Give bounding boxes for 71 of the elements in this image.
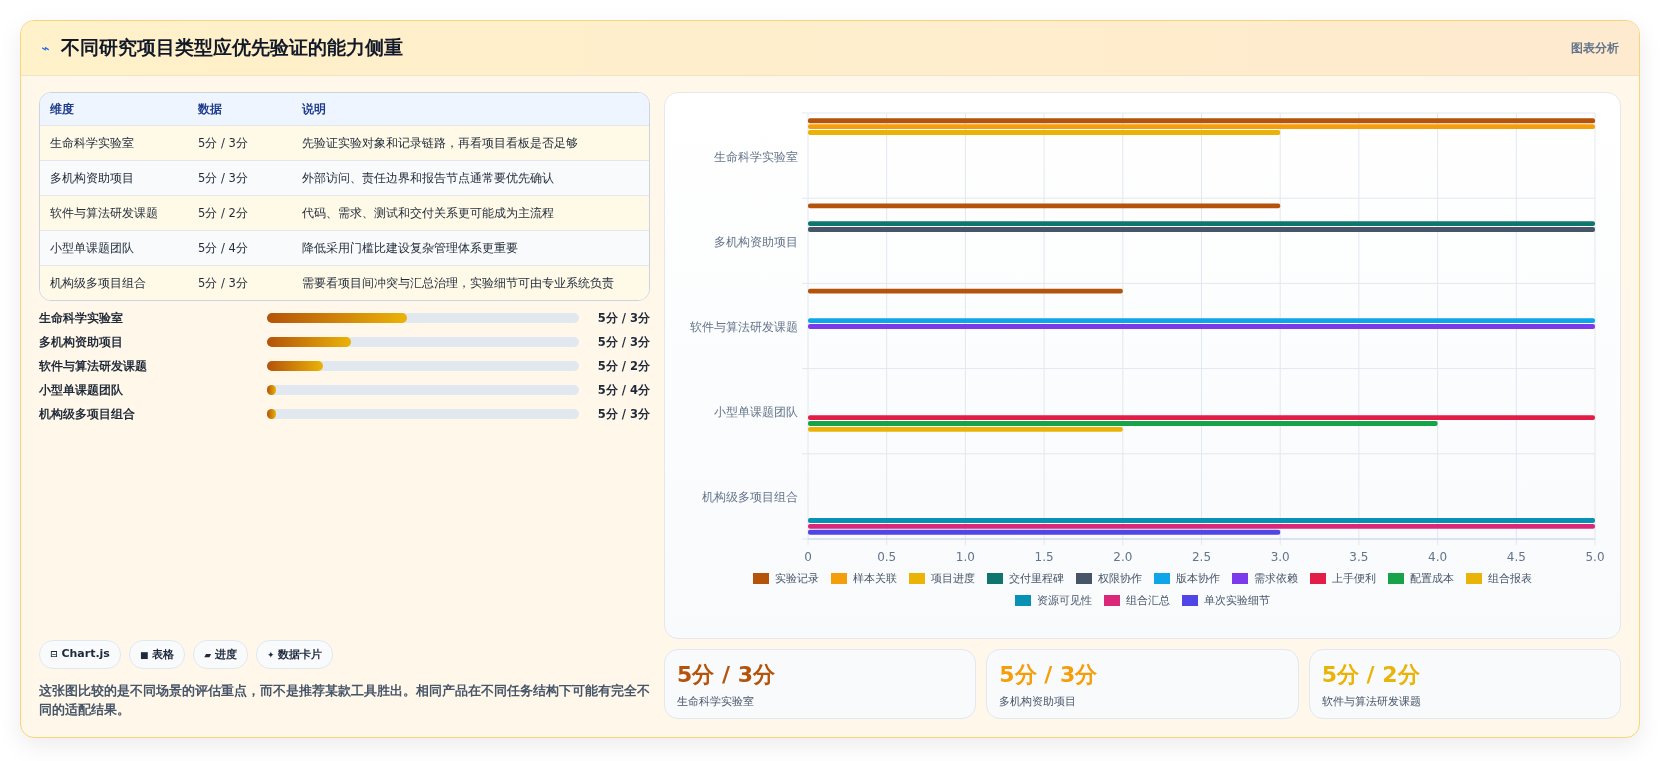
legend-label[interactable]: 组合汇总 xyxy=(1126,593,1170,608)
legend-label[interactable]: 权限协作 xyxy=(1098,571,1142,586)
progress-value: 5分 / 3分 xyxy=(597,334,650,350)
stat-value: 5分 / 2分 xyxy=(1321,661,1421,689)
column-header: 维度 xyxy=(49,101,75,117)
legend-label[interactable]: 资源可见性 xyxy=(1037,593,1092,608)
x-tick-label: 3.0 xyxy=(1270,550,1290,563)
stat-value: 5分 / 3分 xyxy=(677,661,776,689)
legend-label[interactable]: 单次实验细节 xyxy=(1204,593,1270,608)
table-cell-text: 代码、需求、测试和交付关系更可能成为主流程 xyxy=(302,205,555,221)
header-icon: ⌁ xyxy=(41,40,50,56)
table-cell-text: 小型单课题团队 xyxy=(49,240,135,256)
table-cell-text: 5分 / 3分 xyxy=(198,170,249,186)
legend-label[interactable]: 实验记录 xyxy=(775,571,819,586)
category-label: 多机构资助项目 xyxy=(714,234,798,249)
chip[interactable]: ✦ 数据卡片 xyxy=(256,640,334,669)
chip[interactable]: ⊟ Chart.js xyxy=(39,640,121,669)
progress-value: 5分 / 2分 xyxy=(597,358,650,374)
progress-label: 小型单课题团队 xyxy=(39,382,124,398)
table-cell-text: 降低采用门槛比建设复杂管理体系更重要 xyxy=(302,240,519,256)
progress-value: 5分 / 3分 xyxy=(597,310,650,326)
x-tick-label: 2.0 xyxy=(1113,550,1133,563)
chip[interactable]: ▰ 进度 xyxy=(193,640,248,669)
stat-value: 5分 / 3分 xyxy=(999,661,1099,689)
stat-label: 软件与算法研发课题 xyxy=(1321,694,1422,709)
progress-value: 5分 / 3分 xyxy=(597,406,650,422)
x-tick-label: 4.5 xyxy=(1506,550,1526,563)
table-cell-text: 先验证实验对象和记录链路，再看项目看板是否足够 xyxy=(302,135,579,151)
table-cell-text: 5分 / 4分 xyxy=(198,240,249,256)
stat-label: 生命科学实验室 xyxy=(677,694,755,709)
x-tick-label: 5.0 xyxy=(1585,550,1605,563)
chip[interactable]: ■ 表格 xyxy=(128,640,186,669)
legend-label[interactable]: 组合报表 xyxy=(1488,571,1532,586)
legend-label[interactable]: 配置成本 xyxy=(1410,571,1454,586)
x-tick-label: 1.0 xyxy=(955,550,975,563)
column-header: 说明 xyxy=(302,101,327,117)
x-tick-label: 3.5 xyxy=(1349,550,1369,563)
progress-value: 5分 / 4分 xyxy=(597,382,650,398)
category-label: 机构级多项目组合 xyxy=(702,490,798,505)
progress-label: 机构级多项目组合 xyxy=(39,406,136,422)
table-cell-text: 5分 / 3分 xyxy=(198,275,249,291)
x-tick-label: 2.5 xyxy=(1191,550,1212,563)
table-cell-text: 外部访问、责任边界和报告节点通常要优先确认 xyxy=(302,170,555,186)
x-tick-label: 1.5 xyxy=(1034,550,1054,563)
legend-label[interactable]: 上手便利 xyxy=(1332,571,1376,586)
panel-title: 不同研究项目类型应优先验证的能力侧重 xyxy=(61,35,404,60)
legend-label[interactable]: 项目进度 xyxy=(931,571,975,586)
category-label: 生命科学实验室 xyxy=(714,149,798,164)
table-cell-text: 多机构资助项目 xyxy=(49,170,135,186)
table-cell-text: 5分 / 3分 xyxy=(198,135,249,151)
progress-label: 生命科学实验室 xyxy=(39,310,124,326)
column-header: 数据 xyxy=(198,101,223,117)
legend-label[interactable]: 版本协作 xyxy=(1176,571,1220,586)
category-label: 小型单课题团队 xyxy=(714,405,798,420)
progress-label: 多机构资助项目 xyxy=(39,334,124,350)
table-cell-text: 需要看项目间冲突与汇总治理，实验细节可由专业系统负责 xyxy=(302,275,615,291)
table-cell-text: 5分 / 2分 xyxy=(198,205,249,221)
x-tick-label: 0 xyxy=(804,550,812,563)
note-text: 这张图比较的是不同场景的评估重点，而不是推荐某款工具胜出。相同产品在不同任务结构下可能有完全不同的适配结果。 xyxy=(39,682,650,719)
table-cell-text: 机构级多项目组合 xyxy=(49,275,147,291)
table-cell-text: 软件与算法研发课题 xyxy=(49,205,159,221)
x-tick-label: 4.0 xyxy=(1428,550,1448,563)
progress-label: 软件与算法研发课题 xyxy=(39,358,148,374)
legend-label[interactable]: 需求依赖 xyxy=(1254,571,1298,586)
table-cell-text: 生命科学实验室 xyxy=(49,135,135,151)
x-tick-label: 0.5 xyxy=(877,550,897,563)
stat-label: 多机构资助项目 xyxy=(999,694,1078,709)
category-label: 软件与算法研发课题 xyxy=(690,320,798,334)
panel-tag: 图表分析 xyxy=(1571,39,1619,57)
legend-label[interactable]: 交付里程碑 xyxy=(1009,571,1064,586)
legend-label[interactable]: 样本关联 xyxy=(853,571,897,586)
